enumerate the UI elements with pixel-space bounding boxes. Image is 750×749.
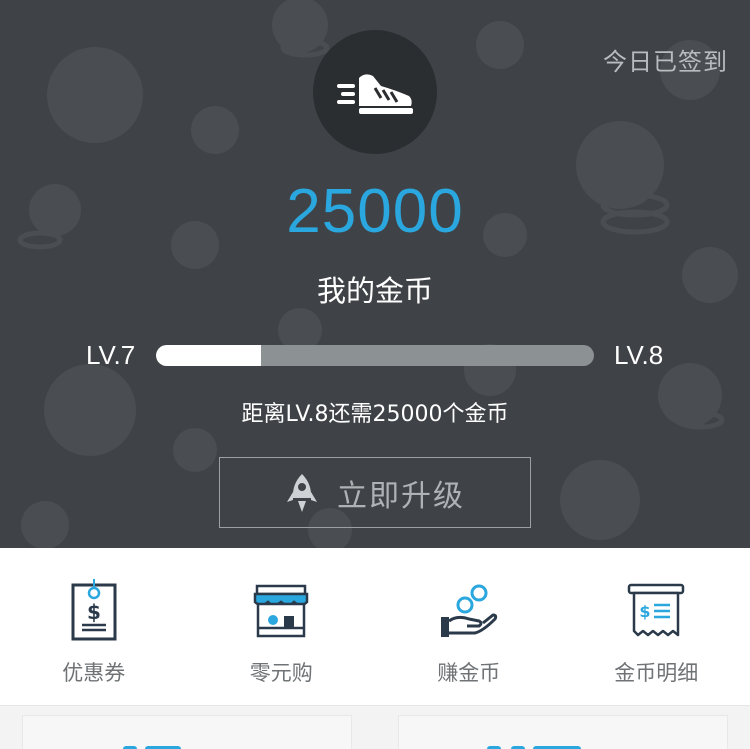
menu-item-coin-details[interactable]: $ 金币明细 (563, 548, 750, 705)
menu-item-label: 零元购 (249, 661, 313, 685)
signin-status: 今日已签到 (603, 48, 728, 76)
sneaker-icon (337, 74, 413, 114)
card-list (0, 706, 750, 749)
offer-card[interactable] (22, 715, 352, 749)
coin-balance: 25000 (286, 177, 464, 246)
current-level: LV.7 (86, 340, 136, 370)
svg-text:$: $ (87, 600, 101, 624)
menu-item-earn-coins[interactable]: 赚金币 (375, 548, 563, 705)
earn-coins-icon (440, 584, 497, 637)
level-progress-bar (156, 345, 594, 366)
menu-item-coupon[interactable]: $ 优惠券 (0, 548, 188, 705)
offer-card[interactable] (398, 715, 728, 749)
menu-item-label: 优惠券 (62, 661, 126, 685)
coin-balance-label: 我的金币 (316, 274, 433, 308)
feature-menu: $ 优惠券 零元购 赚金币 $ 金币明细 (0, 548, 750, 706)
menu-item-label: 金币明细 (614, 661, 699, 685)
menu-item-label: 赚金币 (437, 661, 501, 685)
upgrade-button-label: 立即升级 (337, 478, 465, 514)
avatar (313, 30, 437, 154)
receipt-icon: $ (628, 583, 685, 637)
menu-item-zero-buy[interactable]: 零元购 (188, 548, 376, 705)
svg-text:$: $ (640, 602, 651, 621)
remaining-coins-text: 距离LV.8还需25000个金币 (241, 402, 509, 427)
shop-icon (254, 584, 309, 638)
coupon-icon: $ (71, 579, 117, 641)
upgrade-button[interactable]: 立即升级 (219, 457, 531, 528)
header-panel: 今日已签到 25000 我的金币 LV.7 LV.8 距离LV.8还需25000… (0, 0, 750, 548)
rocket-icon (287, 473, 317, 512)
level-progress-fill (156, 345, 262, 366)
next-level: LV.8 (614, 340, 664, 370)
